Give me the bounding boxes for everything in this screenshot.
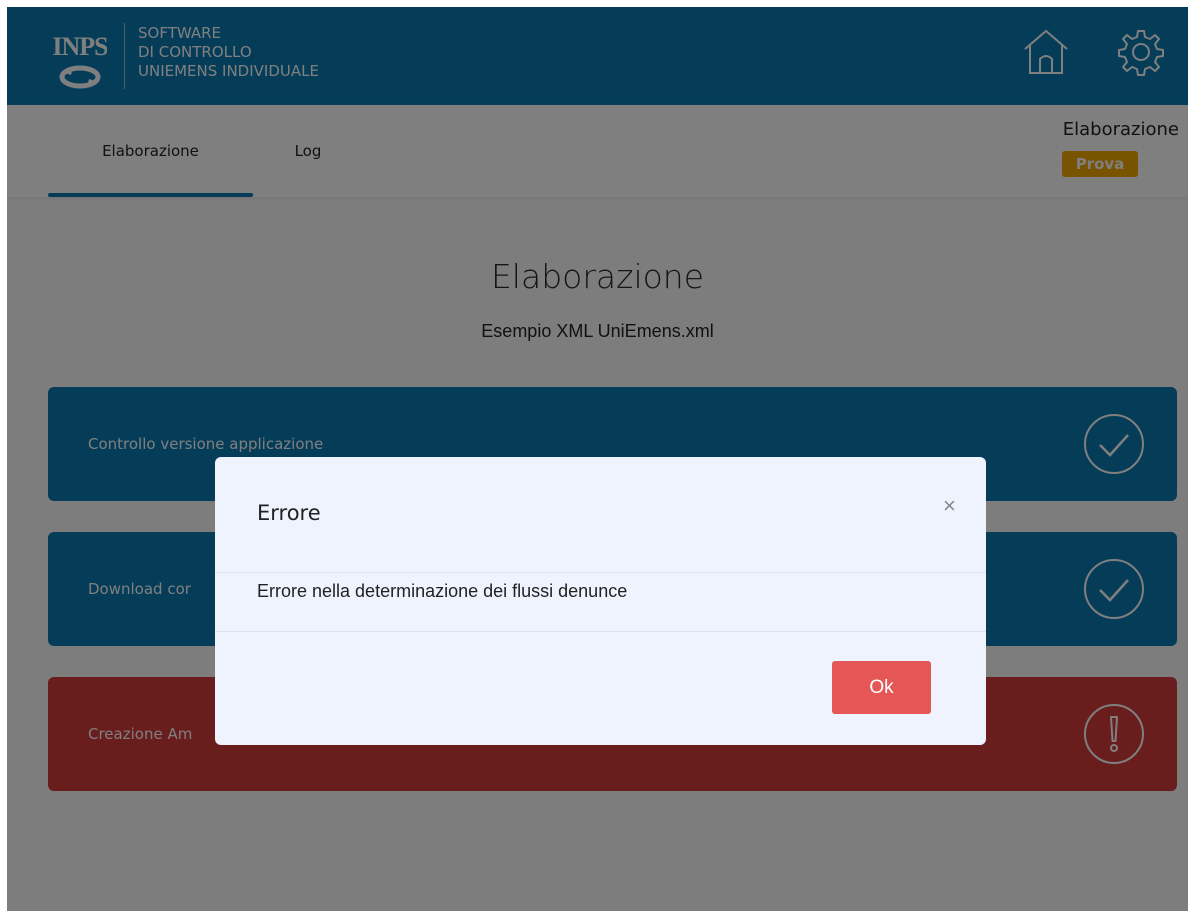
error-dialog: Errore × Errore nella determinazione dei…: [215, 457, 986, 745]
app-window: INPS SOFTWARE DI CONTROLLO UNIEMENS INDI…: [7, 7, 1188, 911]
dialog-message: Errore nella determinazione dei flussi d…: [257, 581, 628, 601]
divider: [215, 572, 986, 573]
close-icon[interactable]: ×: [943, 495, 956, 517]
dialog-title: Errore: [257, 501, 321, 525]
ok-button[interactable]: Ok: [832, 661, 931, 714]
divider: [215, 631, 986, 632]
